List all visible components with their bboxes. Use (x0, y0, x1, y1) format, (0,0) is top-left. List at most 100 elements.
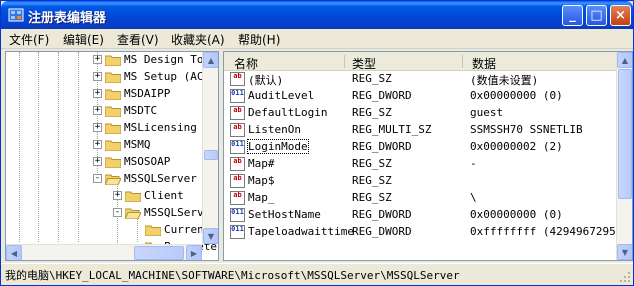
menu-bar: 文件(F) 编辑(E) 查看(V) 收藏夹(A) 帮助(H) (1, 29, 633, 49)
scroll-up-button[interactable]: ▲ (617, 52, 632, 68)
value-data: guest (470, 106, 504, 119)
value-data: 0x00000002 (2) (470, 140, 563, 153)
expand-button[interactable]: + (93, 157, 102, 166)
tree-item[interactable]: - MSSQLServer (6, 205, 217, 221)
scroll-thumb[interactable] (134, 246, 184, 260)
folder-icon (105, 123, 121, 134)
value-row[interactable]: ab (默认) REG_SZ (数值未设置) (224, 71, 616, 88)
maximize-button[interactable]: □ (586, 5, 607, 26)
column-header-data[interactable]: 数据 (472, 55, 496, 72)
value-data: \ (470, 191, 477, 204)
values-pane[interactable]: 名称 类型 数据 ab (默认) REG_SZ (数值未设置) 011 Audi… (223, 51, 633, 261)
value-row[interactable]: ab DefaultLogin REG_SZ guest (224, 105, 616, 122)
value-name: Map$ (248, 174, 275, 187)
scroll-thumb[interactable] (204, 150, 218, 160)
scroll-up-button[interactable]: ▲ (203, 52, 218, 68)
value-name: AuditLevel (248, 89, 315, 102)
value-row[interactable]: 011 SetHostName REG_DWORD 0x00000000 (0) (224, 207, 616, 224)
column-header-name[interactable]: 名称 (234, 55, 258, 72)
value-row[interactable]: 011 Tapeloadwaittime REG_DWORD 0xfffffff… (224, 224, 622, 241)
value-data: SSMSSH70 SSNETLIB (470, 123, 583, 136)
dword-value-icon: 011 (230, 208, 245, 222)
menu-help[interactable]: 帮助(H) (238, 31, 280, 48)
tree-item[interactable]: + MSDAIPP (6, 86, 202, 102)
value-row[interactable]: 011 AuditLevel REG_DWORD 0x00000000 (0) (224, 88, 616, 105)
dword-value-icon: 011 (230, 225, 245, 239)
value-name: Tapeloadwaittime (248, 225, 354, 238)
menu-favorites[interactable]: 收藏夹(A) (171, 31, 225, 48)
scroll-thumb[interactable] (618, 69, 632, 199)
folder-icon (105, 157, 121, 168)
value-data: 0xffffffff (4294967295) (470, 225, 623, 238)
string-value-icon: ab (230, 157, 245, 171)
arrow-down-icon: ▼ (207, 231, 215, 241)
close-button[interactable]: × (610, 5, 631, 26)
column-header-bar: 名称 类型 数据 (224, 52, 632, 72)
collapse-button[interactable]: - (113, 208, 122, 217)
value-row[interactable]: ab Map$ REG_SZ (224, 173, 616, 190)
arrow-down-icon: ▼ (621, 247, 629, 257)
value-type: REG_SZ (352, 191, 392, 204)
folder-icon (105, 55, 121, 66)
resize-grip-icon[interactable] (619, 271, 631, 283)
tree-item-label: MSDAIPP (124, 87, 171, 100)
value-row[interactable]: ab ListenOn REG_MULTI_SZ SSMSSH70 SSNETL… (224, 122, 616, 139)
key-tree-pane[interactable]: + MS Design Tools + MS Setup (ACME) + MS… (5, 51, 219, 261)
expand-button[interactable]: + (113, 191, 122, 200)
value-data: - (470, 157, 477, 170)
column-divider[interactable] (462, 55, 463, 68)
expand-button[interactable]: + (93, 72, 102, 81)
value-name: SetHostName (248, 208, 321, 221)
scroll-left-button[interactable]: ◀ (6, 245, 22, 260)
tree-vertical-scrollbar[interactable]: ▲ ▼ (202, 52, 218, 244)
value-data: (数值未设置) (470, 74, 539, 87)
menu-view[interactable]: 查看(V) (117, 31, 159, 48)
tree-item-label: MSDTC (124, 104, 158, 117)
collapse-button[interactable]: - (93, 174, 102, 183)
value-row[interactable]: ab Map_ REG_SZ \ (224, 190, 616, 207)
minimize-button[interactable]: _ (562, 5, 583, 26)
value-row[interactable]: ab Map# REG_SZ - (224, 156, 616, 173)
menu-file[interactable]: 文件(F) (9, 31, 49, 48)
tree-item[interactable]: + MSOSOAP (6, 154, 202, 170)
tree-item[interactable]: + MSLicensing (6, 120, 202, 136)
arrow-up-icon: ▲ (207, 55, 215, 65)
open-folder-icon (105, 174, 121, 185)
tree-item[interactable]: - MSSQLServer (6, 171, 202, 187)
maximize-icon: □ (590, 8, 603, 23)
tree-item[interactable]: + Client (6, 188, 202, 204)
tree-item[interactable]: CurrentVersion (6, 222, 218, 238)
scroll-down-button[interactable]: ▼ (203, 228, 218, 244)
expand-button[interactable]: + (93, 106, 102, 115)
value-data: 0x00000000 (0) (470, 208, 563, 221)
tree-item[interactable]: + MSMQ (6, 137, 202, 153)
title-bar[interactable]: 注册表编辑器 _ □ × (1, 1, 633, 29)
dword-value-icon: 011 (230, 89, 245, 103)
scroll-right-button[interactable]: ▶ (186, 245, 202, 260)
arrow-up-icon: ▲ (621, 55, 629, 65)
value-row-selected[interactable]: 011 LoginMode REG_DWORD 0x00000002 (2) (224, 139, 616, 156)
value-type: REG_MULTI_SZ (352, 123, 432, 136)
column-divider[interactable] (344, 55, 345, 68)
tree-item[interactable]: + MS Setup (ACME) (6, 69, 218, 85)
expand-button[interactable]: + (93, 89, 102, 98)
expand-button[interactable]: + (93, 55, 102, 64)
value-name: DefaultLogin (248, 106, 328, 119)
expand-button[interactable]: + (93, 140, 102, 149)
tree-horizontal-scrollbar[interactable]: ◀ ▶ (6, 244, 202, 260)
regedit-window: 注册表编辑器 _ □ × 文件(F) 编辑(E) 查看(V) 收藏夹(A) 帮助… (0, 0, 634, 286)
tree-item[interactable]: + MSDTC (6, 103, 202, 119)
string-value-icon: ab (230, 174, 245, 188)
tree-item[interactable]: + MS Design Tools (6, 52, 218, 68)
tree-item-label: Client (144, 189, 184, 202)
string-value-icon: ab (230, 123, 245, 137)
menu-edit[interactable]: 编辑(E) (63, 31, 104, 48)
value-name: LoginMode (247, 139, 309, 154)
column-header-type[interactable]: 类型 (352, 55, 376, 72)
expand-button[interactable]: + (93, 123, 102, 132)
scroll-down-button[interactable]: ▼ (617, 244, 632, 260)
values-vertical-scrollbar[interactable]: ▲ ▼ (616, 52, 632, 260)
folder-icon (145, 225, 161, 236)
string-value-icon: ab (230, 191, 245, 205)
value-type: REG_SZ (352, 174, 392, 187)
